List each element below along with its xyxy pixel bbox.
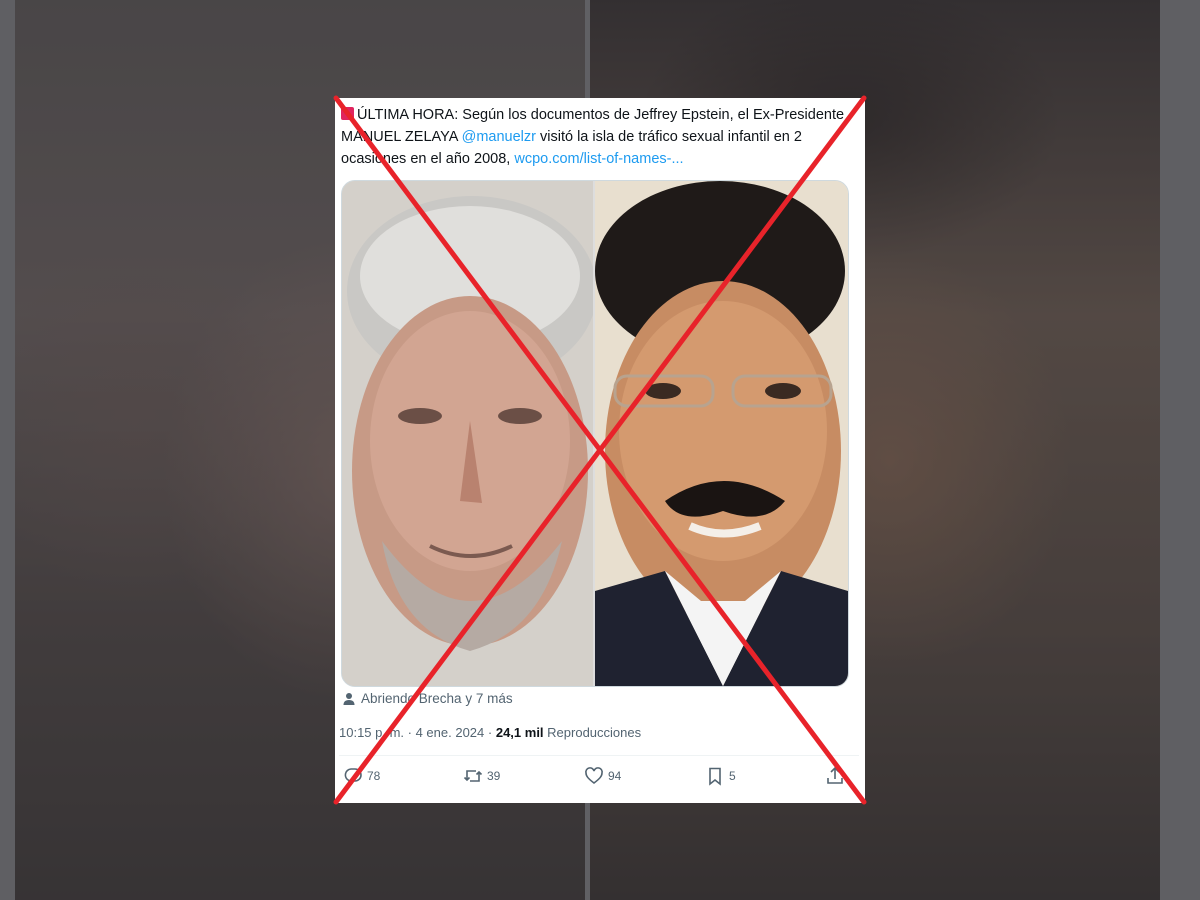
- mention-link[interactable]: @manuelzr: [462, 129, 536, 145]
- repost-icon: [463, 770, 483, 782]
- reply-count: 78: [367, 769, 381, 783]
- tweet-media[interactable]: [341, 180, 849, 687]
- audience-row[interactable]: Abriendo Brecha y 7 más: [342, 691, 513, 706]
- share-button[interactable]: [825, 766, 849, 786]
- share-icon: [827, 766, 843, 784]
- actions-divider: [339, 755, 859, 756]
- portrait-right-illustration: [595, 181, 848, 686]
- bookmark-count: 5: [729, 769, 736, 783]
- portrait-left-illustration: [342, 181, 593, 686]
- person-icon: [343, 692, 355, 705]
- tweet-actions: 78 39 94 5: [335, 766, 865, 790]
- tweet-text: ÚLTIMA HORA: Según los documentos de Jef…: [341, 104, 856, 170]
- reply-button[interactable]: 78: [343, 766, 380, 786]
- tweet-meta: 10:15 p. m. · 4 ene. 2024 · 24,1 mil Rep…: [339, 725, 641, 740]
- tweet-card: ÚLTIMA HORA: Según los documentos de Jef…: [335, 98, 865, 803]
- bookmark-button[interactable]: 5: [705, 766, 736, 786]
- heart-icon: [585, 767, 603, 785]
- photo-left[interactable]: [342, 181, 593, 686]
- tweet-time[interactable]: 10:15 p. m. · 4 ene. 2024 ·: [339, 725, 492, 740]
- like-button[interactable]: 94: [584, 766, 621, 786]
- audience-label: Abriendo Brecha y 7 más: [361, 691, 513, 706]
- bookmark-icon: [709, 767, 721, 786]
- alert-icon: [341, 107, 354, 120]
- views-label: Reproducciones: [547, 725, 642, 740]
- repost-button[interactable]: 39: [463, 766, 500, 786]
- like-count: 94: [608, 769, 622, 783]
- repost-count: 39: [487, 769, 501, 783]
- photo-right[interactable]: [595, 181, 848, 686]
- views-count: 24,1 mil: [495, 725, 544, 740]
- external-link[interactable]: wcpo.com/list-of-names-...: [514, 151, 683, 167]
- reply-icon: [344, 768, 362, 786]
